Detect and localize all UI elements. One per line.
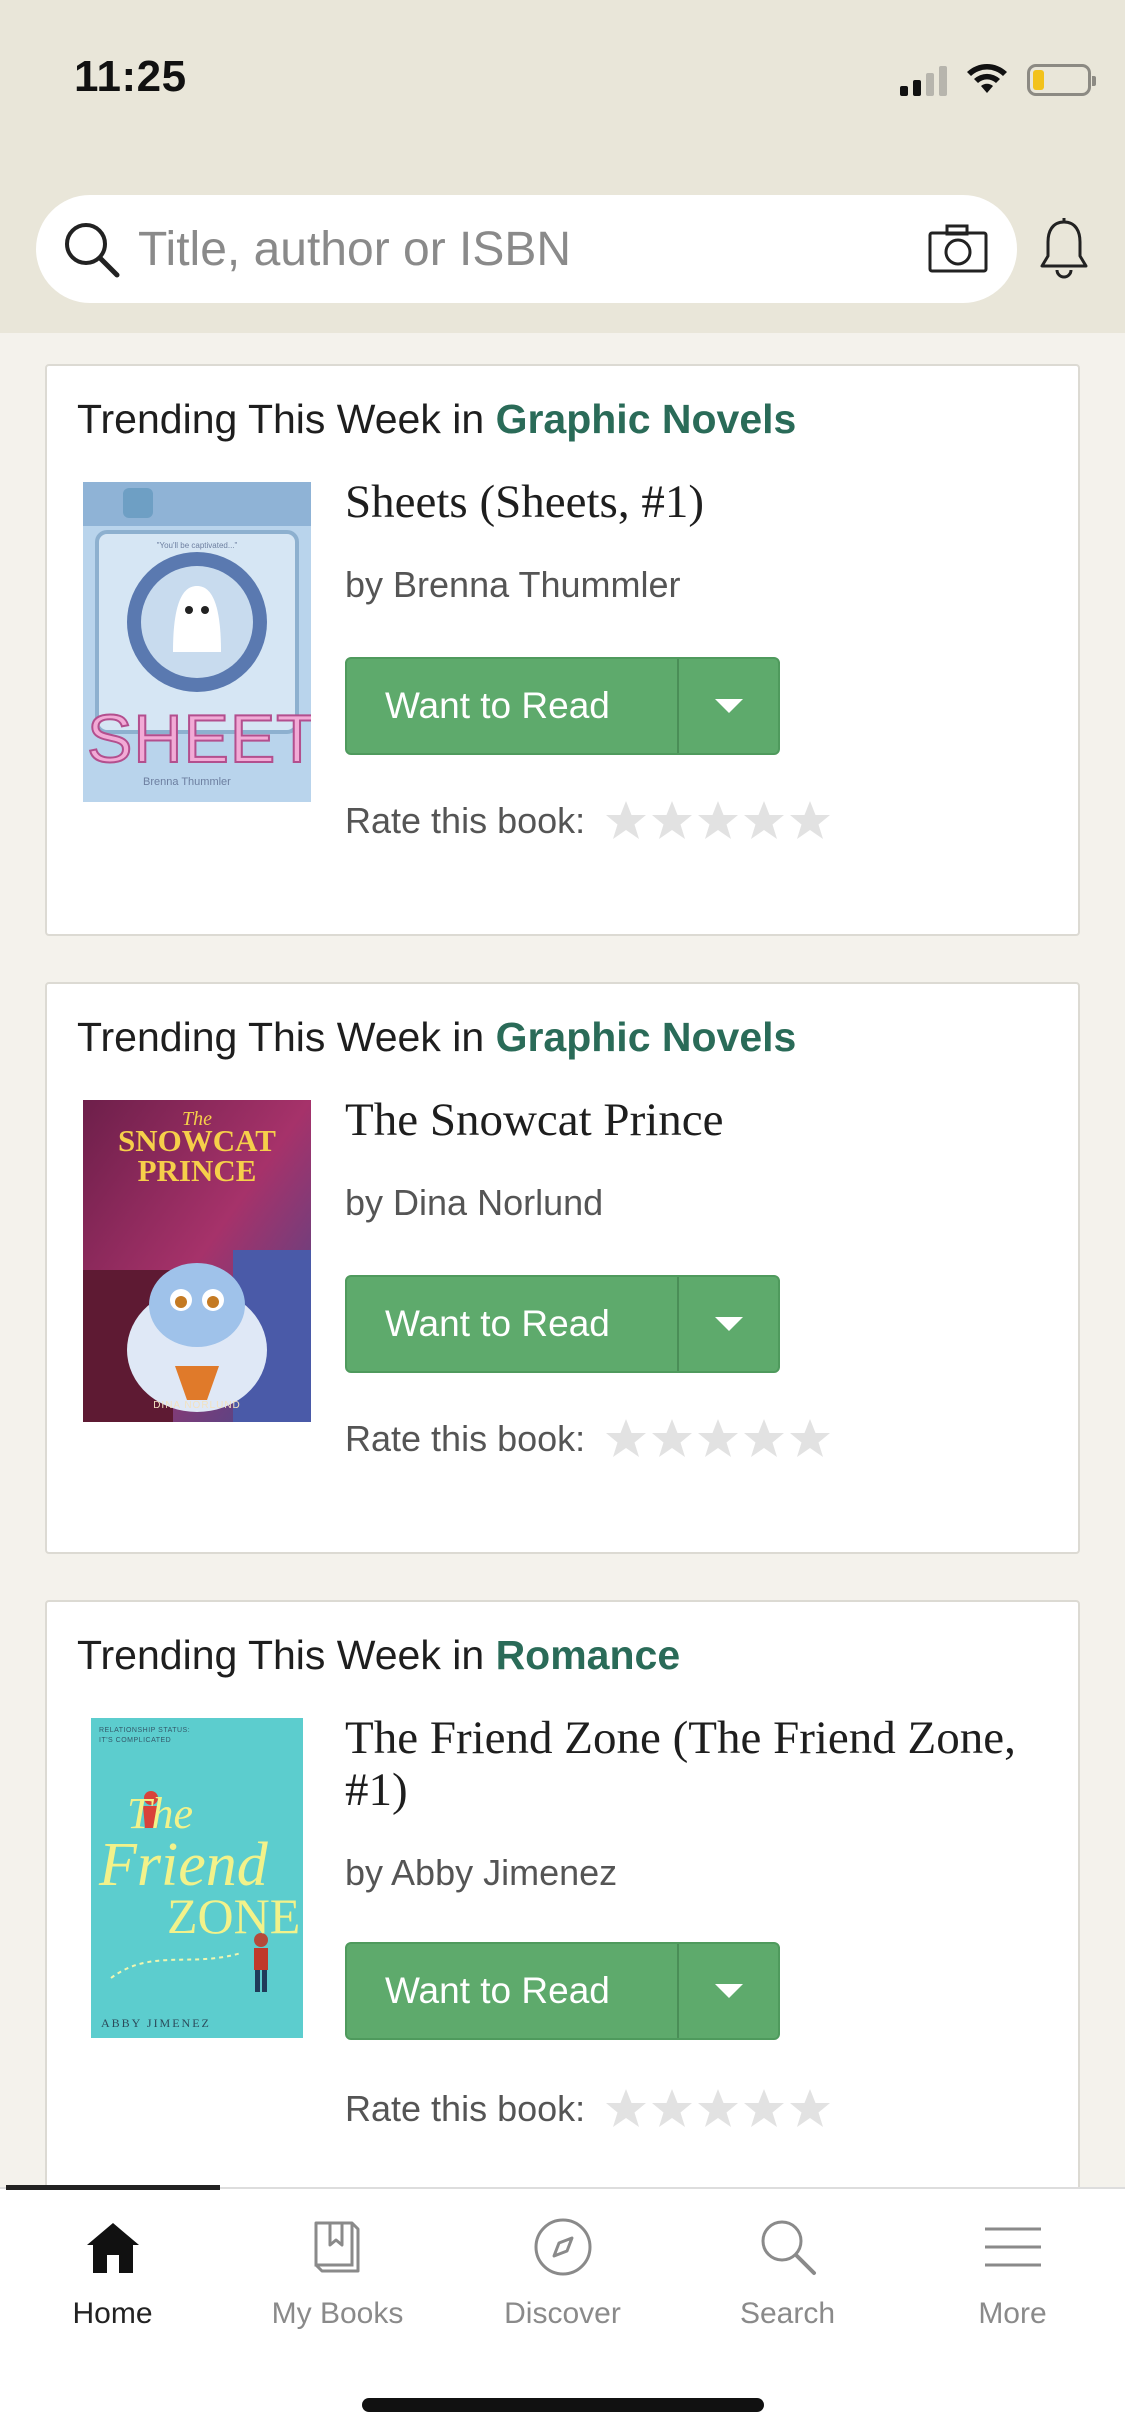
card-heading: Trending This Week in Graphic Novels xyxy=(77,396,797,442)
star-icon[interactable] xyxy=(741,2086,787,2132)
book-cover[interactable]: RELATIONSHIP STATUS: IT'S COMPLICATED Th… xyxy=(91,1718,303,2038)
rate-label: Rate this book: xyxy=(345,800,586,841)
caret-down-icon xyxy=(714,1317,743,1331)
genre-link[interactable]: Romance xyxy=(496,1632,681,1678)
star-icon[interactable] xyxy=(649,2086,695,2132)
shelf-dropdown-button[interactable] xyxy=(679,659,778,753)
shelf-dropdown-button[interactable] xyxy=(679,1277,778,1371)
rating-row: Rate this book: xyxy=(345,798,833,844)
cover-title: The Friend ZONE xyxy=(99,1789,301,1944)
want-to-read-button[interactable]: Want to Read xyxy=(345,1275,780,1373)
caret-down-icon xyxy=(714,699,743,713)
search-icon xyxy=(65,223,120,278)
menu-icon xyxy=(984,2227,1041,2267)
want-to-read-button[interactable]: Want to Read xyxy=(345,657,780,755)
star-icon[interactable] xyxy=(787,2086,833,2132)
search-input[interactable] xyxy=(138,221,898,277)
battery-icon xyxy=(1027,64,1096,96)
book-author[interactable]: by Abby Jimenez xyxy=(345,1852,617,1894)
tab-label: Search xyxy=(739,2297,836,2330)
rating-row: Rate this book: xyxy=(345,2086,833,2132)
want-to-read-label[interactable]: Want to Read xyxy=(347,1277,677,1371)
star-icon[interactable] xyxy=(603,798,649,844)
notifications-bell-icon[interactable] xyxy=(1036,216,1092,282)
top-header: 11:25 xyxy=(0,0,1125,333)
tab-my-books[interactable]: My Books xyxy=(225,2189,450,2349)
tab-search[interactable]: Search xyxy=(675,2189,900,2349)
book-cover[interactable]: The SNOWCAT PRINCE DINA NORLUND xyxy=(83,1100,311,1422)
star-icon[interactable] xyxy=(741,1416,787,1462)
cover-title: SHEETS xyxy=(86,700,311,778)
tab-label: More xyxy=(978,2297,1047,2330)
caret-down-icon xyxy=(714,1984,743,1998)
tab-home[interactable]: Home xyxy=(0,2189,225,2349)
rate-label: Rate this book: xyxy=(345,1418,586,1459)
cover-title: SNOWCAT PRINCE xyxy=(118,1123,276,1188)
star-icon[interactable] xyxy=(649,1416,695,1462)
rate-label: Rate this book: xyxy=(345,2088,586,2129)
status-icons xyxy=(900,58,1096,102)
book-cover[interactable]: "You'll be captivated..." SHEETS Brenna … xyxy=(83,482,311,802)
search-icon xyxy=(761,2220,816,2275)
tab-label: My Books xyxy=(271,2297,404,2330)
book-title[interactable]: The Snowcat Prince xyxy=(345,1094,1045,1146)
book-title[interactable]: The Friend Zone (The Friend Zone, #1) xyxy=(345,1712,1045,1816)
status-time: 11:25 xyxy=(74,52,187,101)
star-icon[interactable] xyxy=(695,1416,741,1462)
want-to-read-label[interactable]: Want to Read xyxy=(347,1944,677,2038)
wifi-icon xyxy=(967,64,1007,93)
star-icon[interactable] xyxy=(603,2086,649,2132)
trending-card: Trending This Week in Graphic Novels The xyxy=(45,982,1080,1554)
book-title[interactable]: Sheets (Sheets, #1) xyxy=(345,476,1045,528)
star-icon[interactable] xyxy=(695,2086,741,2132)
star-icon[interactable] xyxy=(649,798,695,844)
tab-label: Home xyxy=(72,2297,153,2330)
camera-icon[interactable] xyxy=(927,223,989,275)
want-to-read-label[interactable]: Want to Read xyxy=(347,659,677,753)
genre-link[interactable]: Graphic Novels xyxy=(496,1014,797,1060)
rating-row: Rate this book: xyxy=(345,1416,833,1462)
search-bar[interactable] xyxy=(36,195,1017,303)
want-to-read-button[interactable]: Want to Read xyxy=(345,1942,780,2040)
my-books-icon xyxy=(314,2221,359,2273)
tab-discover[interactable]: Discover xyxy=(450,2189,675,2349)
book-author[interactable]: by Dina Norlund xyxy=(345,1182,603,1224)
star-icon[interactable] xyxy=(787,798,833,844)
cellular-signal-icon xyxy=(900,64,947,96)
star-icon[interactable] xyxy=(741,798,787,844)
tab-more[interactable]: More xyxy=(900,2189,1125,2349)
genre-link[interactable]: Graphic Novels xyxy=(496,396,797,442)
trending-card: Trending This Week in Romance RELATIONSH… xyxy=(45,1600,1080,2220)
book-author[interactable]: by Brenna Thummler xyxy=(345,564,680,606)
home-icon xyxy=(86,2223,139,2273)
home-indicator[interactable] xyxy=(362,2398,764,2412)
shelf-dropdown-button[interactable] xyxy=(679,1944,778,2038)
compass-icon xyxy=(534,2218,591,2276)
card-heading: Trending This Week in Romance xyxy=(77,1632,681,1678)
tab-label: Discover xyxy=(504,2297,621,2330)
star-icon[interactable] xyxy=(695,798,741,844)
star-icon[interactable] xyxy=(603,1416,649,1462)
svg-text:"You'll be captivated...": "You'll be captivated..." xyxy=(157,541,238,550)
card-heading: Trending This Week in Graphic Novels xyxy=(77,1014,797,1060)
star-icon[interactable] xyxy=(787,1416,833,1462)
trending-card: Trending This Week in Graphic Novels "Yo… xyxy=(45,364,1080,936)
